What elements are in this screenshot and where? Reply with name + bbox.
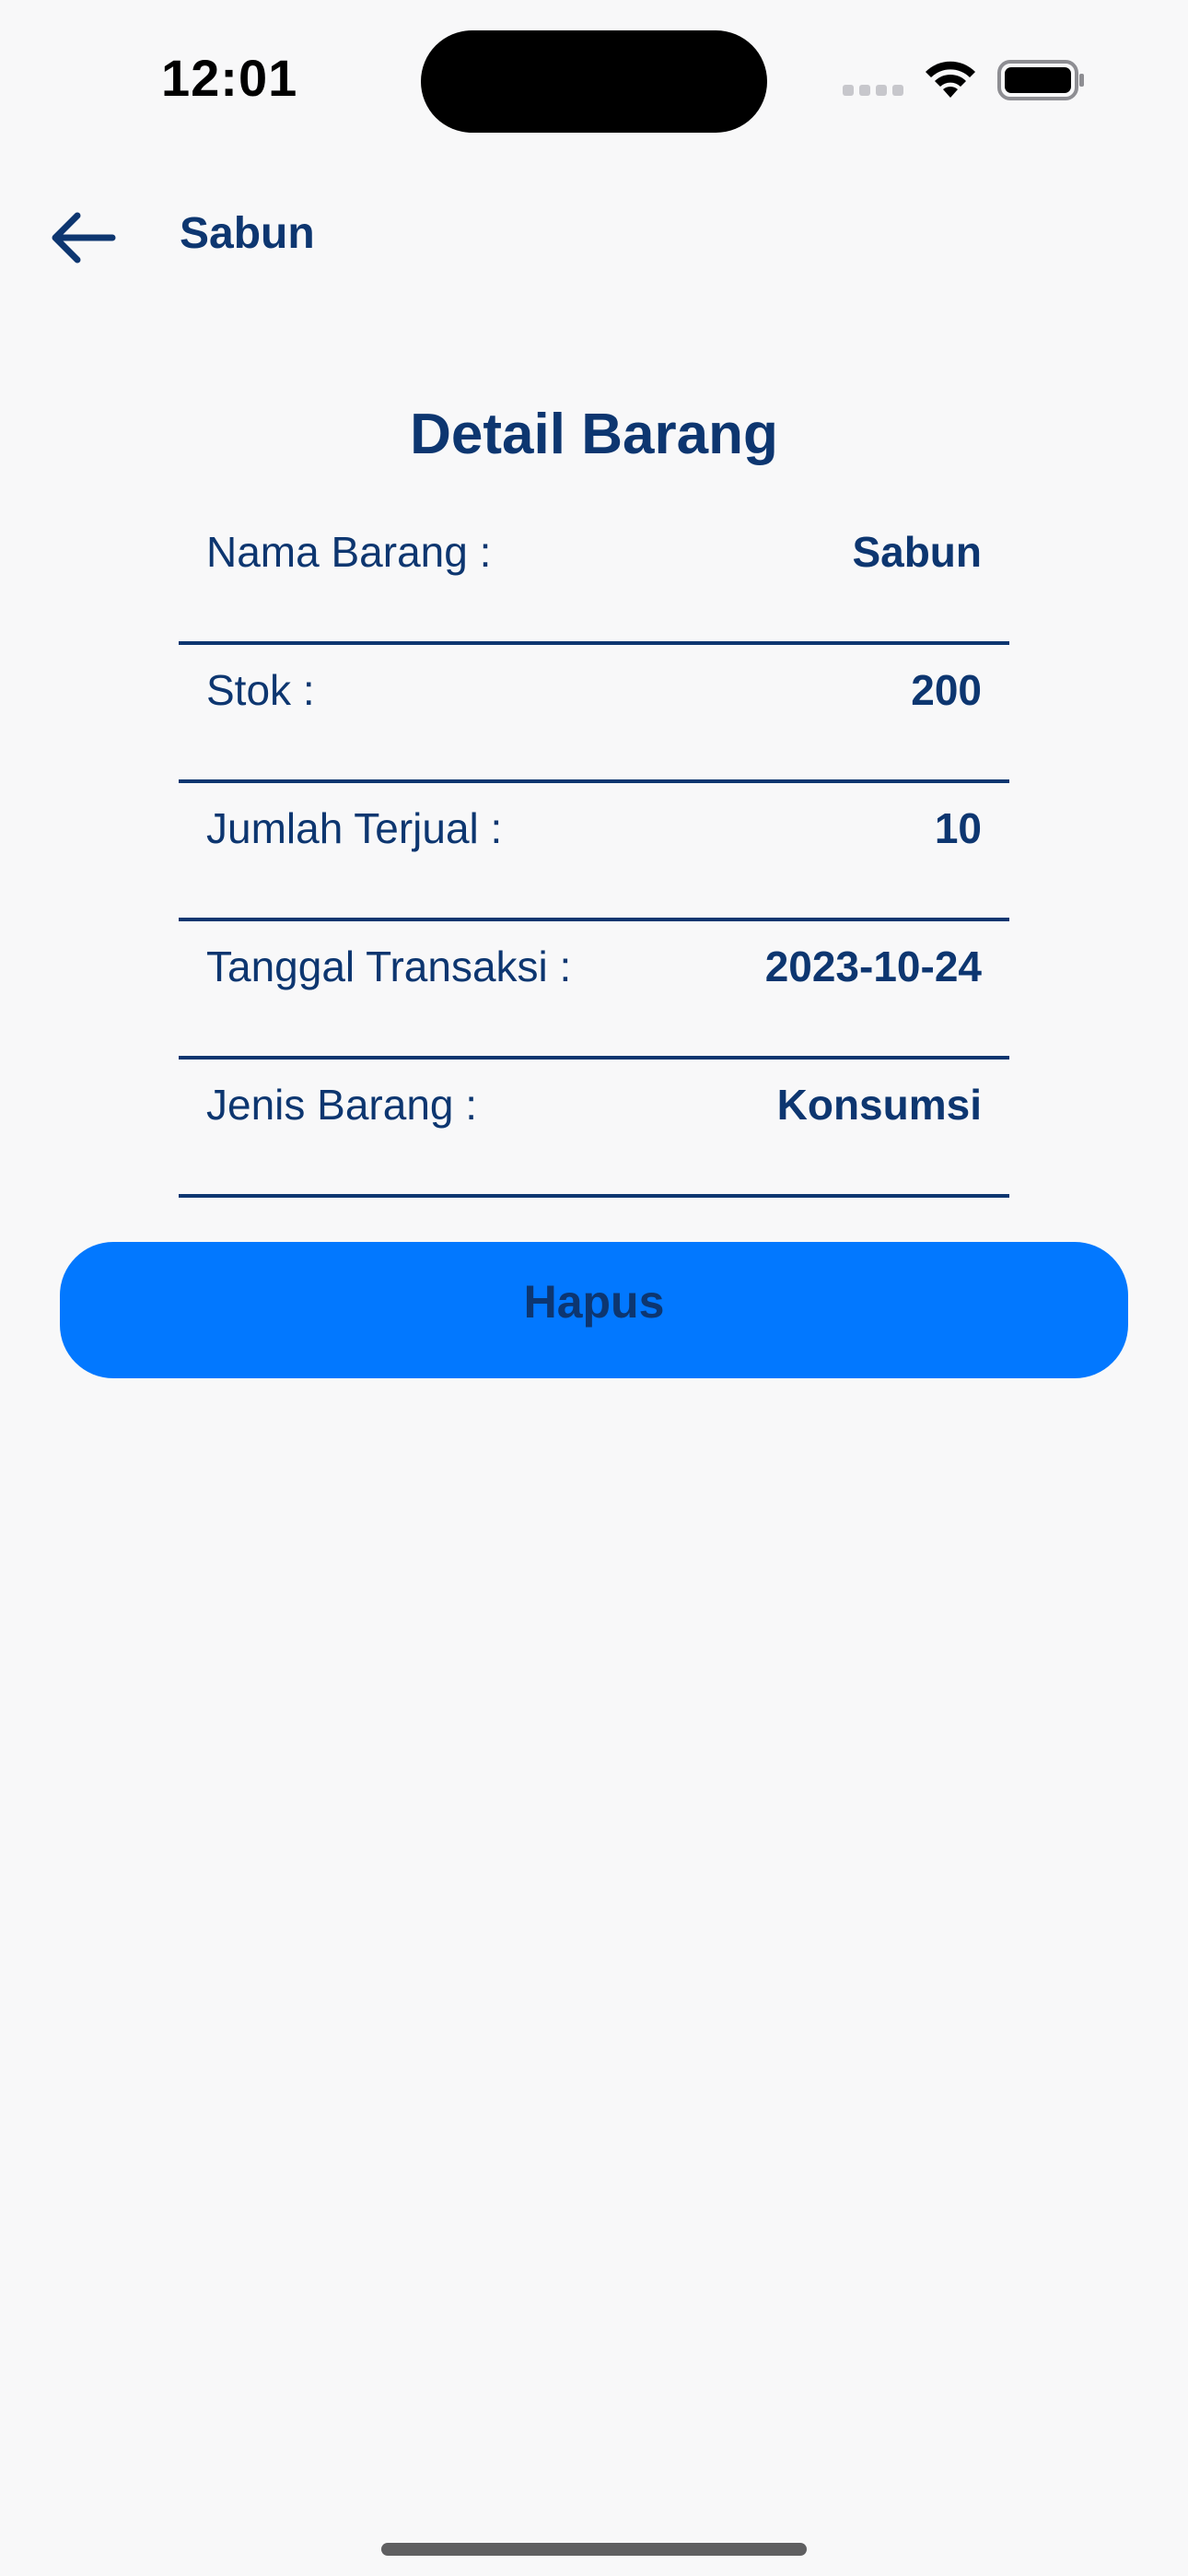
detail-list: Nama Barang : Sabun Stok : 200 Jumlah Te…	[179, 507, 1009, 1198]
home-indicator[interactable]	[381, 2543, 807, 2556]
detail-label: Jumlah Terjual :	[206, 804, 503, 852]
back-button[interactable]	[46, 201, 120, 275]
delete-button-label: Hapus	[523, 1276, 665, 1328]
detail-value: Sabun	[852, 528, 982, 576]
cellular-signal-icon	[843, 85, 905, 98]
detail-value: Konsumsi	[776, 1081, 982, 1129]
screen: 12:01 Sabun Detail Barang Nama Barang : …	[0, 0, 1188, 2576]
detail-label: Tanggal Transaksi :	[206, 943, 572, 990]
detail-label: Jenis Barang :	[206, 1081, 478, 1129]
nav-title: Sabun	[180, 209, 315, 258]
page-title: Detail Barang	[410, 403, 778, 466]
detail-row-tanggal-transaksi: Tanggal Transaksi : 2023-10-24	[179, 921, 1009, 1060]
detail-value: 2023-10-24	[764, 943, 982, 990]
wifi-icon	[926, 61, 975, 98]
detail-value: 200	[911, 666, 982, 714]
status-time: 12:01	[161, 49, 298, 107]
delete-button[interactable]: Hapus	[60, 1242, 1128, 1378]
arrow-left-icon	[52, 212, 116, 263]
battery-icon	[997, 60, 1084, 100]
detail-value: 10	[934, 804, 982, 852]
detail-label: Stok :	[206, 666, 315, 714]
detail-row-nama-barang: Nama Barang : Sabun	[179, 507, 1009, 645]
detail-row-jenis-barang: Jenis Barang : Konsumsi	[179, 1060, 1009, 1198]
dynamic-island	[421, 30, 767, 133]
detail-label: Nama Barang :	[206, 528, 492, 576]
detail-row-stok: Stok : 200	[179, 645, 1009, 783]
detail-row-jumlah-terjual: Jumlah Terjual : 10	[179, 783, 1009, 921]
